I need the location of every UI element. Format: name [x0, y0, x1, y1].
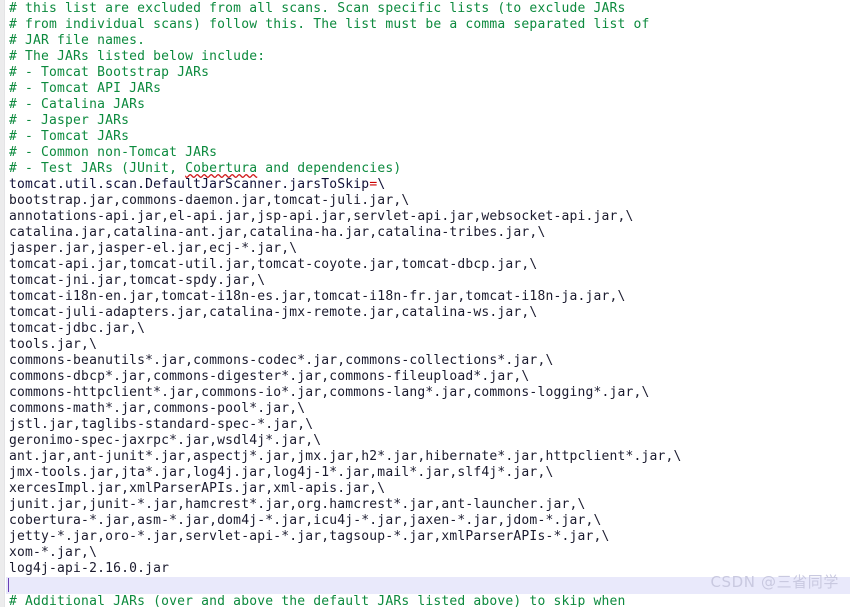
code-line-value[interactable]: cobertura-*.jar,asm-*.jar,dom4j-*.jar,ic… — [6, 513, 850, 529]
code-line-value[interactable]: tomcat-jni.jar,tomcat-spdy.jar,\ — [6, 273, 850, 289]
code-line-value[interactable]: junit.jar,junit-*.jar,hamcrest*.jar,org.… — [6, 497, 850, 513]
property-key-name: tomcat.util.scan.DefaultJarScanner.jarsT… — [9, 177, 370, 192]
comment-text-pre: # - Test JARs (JUnit, — [9, 161, 186, 176]
line-continuation-token: \ — [377, 177, 386, 192]
code-editor[interactable]: # this list are excluded from all scans.… — [0, 0, 850, 607]
code-line-comment[interactable]: # - Catalina JARs — [6, 97, 850, 113]
code-line-comment[interactable]: # this list are excluded from all scans.… — [6, 1, 850, 17]
code-line-comment[interactable]: # - Tomcat Bootstrap JARs — [6, 65, 850, 81]
code-line-property-key[interactable]: tomcat.util.scan.DefaultJarScanner.jarsT… — [6, 177, 850, 193]
code-line-value[interactable]: xercesImpl.jar,xmlParserAPIs.jar,xml-api… — [6, 481, 850, 497]
code-line-value[interactable]: jetty-*.jar,oro-*.jar,servlet-api-*.jar,… — [6, 529, 850, 545]
code-line-value[interactable]: tomcat-juli-adapters.jar,catalina-jmx-re… — [6, 305, 850, 321]
code-line-value[interactable]: catalina.jar,catalina-ant.jar,catalina-h… — [6, 225, 850, 241]
code-line-current[interactable] — [6, 577, 850, 594]
code-line-value[interactable]: tools.jar,\ — [6, 337, 850, 353]
code-line-comment[interactable]: # - Tomcat JARs — [6, 129, 850, 145]
spellcheck-word: Cobertura — [185, 161, 258, 176]
code-line-value[interactable]: jmx-tools.jar,jta*.jar,log4j.jar,log4j-1… — [6, 465, 850, 481]
code-line-comment[interactable]: # The JARs listed below include: — [6, 49, 850, 65]
code-line-value[interactable]: log4j-api-2.16.0.jar — [6, 561, 850, 577]
code-line-value[interactable]: jstl.jar,taglibs-standard-spec-*.jar,\ — [6, 417, 850, 433]
code-line-value[interactable]: bootstrap.jar,commons-daemon.jar,tomcat-… — [6, 193, 850, 209]
code-line-comment[interactable]: # - Test JARs (JUnit, Cobertura and depe… — [6, 161, 850, 177]
code-line-value[interactable]: ant.jar,ant-junit*.jar,aspectj*.jar,jmx.… — [6, 449, 850, 465]
code-line-value[interactable]: jasper.jar,jasper-el.jar,ecj-*.jar,\ — [6, 241, 850, 257]
code-line-value[interactable]: commons-dbcp*.jar,commons-digester*.jar,… — [6, 369, 850, 385]
text-caret — [8, 578, 9, 592]
code-line-value[interactable]: tomcat-api.jar,tomcat-util.jar,tomcat-co… — [6, 257, 850, 273]
code-line-comment[interactable]: # - Common non-Tomcat JARs — [6, 145, 850, 161]
code-line-value[interactable]: annotations-api.jar,el-api.jar,jsp-api.j… — [6, 209, 850, 225]
editor-gutter — [0, 0, 5, 607]
code-line-value[interactable]: commons-math*.jar,commons-pool*.jar,\ — [6, 401, 850, 417]
code-line-value[interactable]: tomcat-i18n-en.jar,tomcat-i18n-es.jar,to… — [6, 289, 850, 305]
code-line-value[interactable]: geronimo-spec-jaxrpc*.jar,wsdl4j*.jar,\ — [6, 433, 850, 449]
code-line-comment[interactable]: # JAR file names. — [6, 33, 850, 49]
code-lines-container[interactable]: # this list are excluded from all scans.… — [6, 0, 850, 607]
code-line-value[interactable]: commons-beanutils*.jar,commons-codec*.ja… — [6, 353, 850, 369]
comment-text-post: and dependencies) — [257, 161, 402, 176]
code-line-comment[interactable]: # from individual scans) follow this. Th… — [6, 17, 850, 33]
code-line-comment[interactable]: # - Tomcat API JARs — [6, 81, 850, 97]
code-line-comment[interactable]: # - Jasper JARs — [6, 113, 850, 129]
code-line-value[interactable]: commons-httpclient*.jar,commons-io*.jar,… — [6, 385, 850, 401]
code-line-value[interactable]: xom-*.jar,\ — [6, 545, 850, 561]
code-line-comment[interactable]: # Additional JARs (over and above the de… — [6, 594, 850, 607]
code-line-value[interactable]: tomcat-jdbc.jar,\ — [6, 321, 850, 337]
